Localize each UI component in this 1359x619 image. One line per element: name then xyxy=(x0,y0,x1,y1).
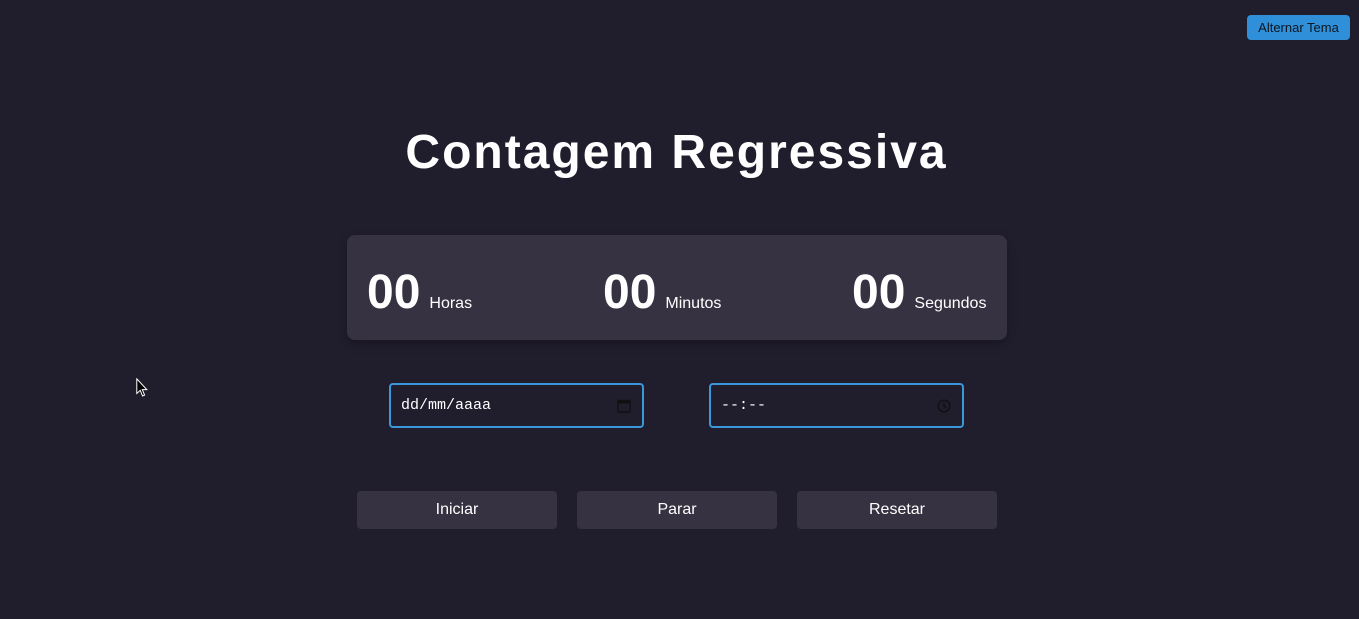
page-title: Contagem Regressiva xyxy=(405,126,948,179)
seconds-unit: 00 Segundos xyxy=(852,265,986,321)
time-input[interactable]: --:-- xyxy=(709,383,964,428)
seconds-label: Segundos xyxy=(914,295,987,312)
theme-toggle-button[interactable]: Alternar Tema xyxy=(1247,15,1350,40)
time-input-value: --:-- xyxy=(721,397,767,414)
start-button[interactable]: Iniciar xyxy=(357,491,557,529)
hours-label: Horas xyxy=(429,295,473,312)
reset-button[interactable]: Resetar xyxy=(797,491,997,529)
mouse-pointer-icon xyxy=(136,378,148,397)
minutes-unit: 00 Minutos xyxy=(603,265,721,321)
calendar-icon[interactable] xyxy=(616,398,632,414)
clock-icon[interactable] xyxy=(936,398,952,414)
seconds-value: 00 xyxy=(852,266,906,319)
hours-unit: 00 Horas xyxy=(367,265,472,321)
hours-value: 00 xyxy=(367,266,421,319)
minutes-value: 00 xyxy=(603,266,657,319)
date-input[interactable]: dd/mm/aaaa xyxy=(389,383,644,428)
countdown-display: 00 Horas 00 Minutos 00 Segundos xyxy=(347,235,1007,340)
stop-button[interactable]: Parar xyxy=(577,491,777,529)
date-input-value: dd/mm/aaaa xyxy=(401,397,492,414)
minutes-label: Minutos xyxy=(665,295,722,312)
